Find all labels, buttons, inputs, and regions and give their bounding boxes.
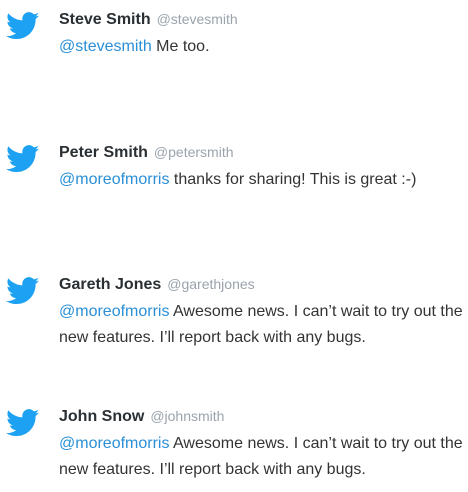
author-name[interactable]: John Snow bbox=[59, 408, 144, 425]
tweet-header: Peter Smith @petersmith bbox=[59, 141, 234, 164]
tweet-text: @stevesmith Me too. bbox=[59, 34, 464, 60]
tweet-text: @moreofmorris thanks for sharing! This i… bbox=[59, 167, 464, 193]
tweet-text: @moreofmorris Awesome news. I can’t wait… bbox=[59, 431, 464, 483]
twitter-bird-icon bbox=[6, 277, 40, 305]
mention-link[interactable]: @moreofmorris bbox=[59, 303, 169, 320]
author-name[interactable]: Steve Smith bbox=[59, 11, 151, 28]
mention-link[interactable]: @stevesmith bbox=[59, 38, 152, 55]
author-handle[interactable]: @stevesmith bbox=[157, 11, 238, 27]
author-name[interactable]: Peter Smith bbox=[59, 144, 148, 161]
tweet-text: @moreofmorris Awesome news. I can’t wait… bbox=[59, 299, 464, 351]
twitter-bird-icon bbox=[6, 145, 40, 173]
author-handle[interactable]: @petersmith bbox=[154, 144, 234, 160]
tweet-header: John Snow @johnsmith bbox=[59, 405, 224, 428]
tweet-header: Steve Smith @stevesmith bbox=[59, 8, 238, 31]
mention-link[interactable]: @moreofmorris bbox=[59, 435, 169, 452]
tweet-header: Gareth Jones @garethjones bbox=[59, 273, 255, 296]
tweet-body-text: Me too. bbox=[151, 38, 210, 55]
twitter-bird-icon bbox=[6, 12, 40, 40]
tweet-body-text: thanks for sharing! This is great :-) bbox=[169, 171, 417, 188]
author-handle[interactable]: @johnsmith bbox=[150, 408, 224, 424]
author-handle[interactable]: @garethjones bbox=[167, 276, 254, 292]
author-name[interactable]: Gareth Jones bbox=[59, 276, 161, 293]
twitter-bird-icon bbox=[6, 409, 40, 437]
mention-link[interactable]: @moreofmorris bbox=[59, 171, 169, 188]
